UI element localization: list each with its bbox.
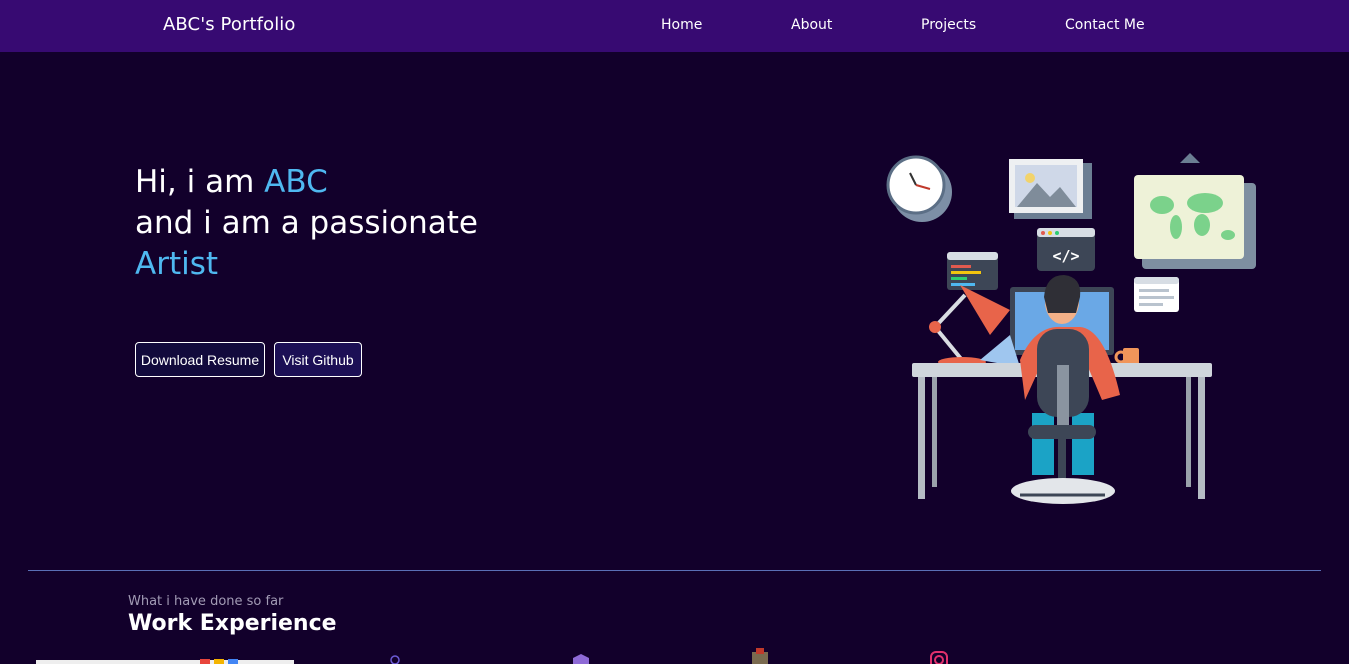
hero-greeting: Hi, i am ABC — [135, 162, 328, 203]
download-resume-button[interactable]: Download Resume — [135, 342, 265, 377]
navbar: ABC's Portfolio Home About Projects Cont… — [0, 0, 1349, 52]
nav-about[interactable]: About — [791, 17, 832, 33]
company-logo-icon — [752, 648, 768, 664]
picture-frame-icon — [1009, 159, 1092, 219]
hero-role: Artist — [135, 246, 219, 282]
nav-home[interactable]: Home — [661, 17, 702, 33]
company-logo-icon — [200, 659, 238, 664]
timeline-strip — [36, 660, 294, 664]
hero-name: ABC — [264, 164, 328, 200]
svg-text:</>: </> — [1052, 247, 1079, 265]
hero-subline: and i am a passionate — [135, 205, 478, 241]
nav-projects[interactable]: Projects — [921, 17, 976, 33]
nav-contact[interactable]: Contact Me — [1065, 17, 1145, 33]
visit-github-button[interactable]: Visit Github — [274, 342, 362, 377]
world-map-icon — [1134, 153, 1256, 269]
instagram-icon — [930, 651, 948, 664]
code-window-icon: </> — [1037, 228, 1095, 271]
experience-title: Work Experience — [128, 611, 337, 636]
experience-subtitle: What i have done so far — [128, 594, 284, 609]
document-window-icon — [1134, 277, 1179, 312]
wall-clock-icon — [886, 155, 952, 222]
section-divider — [28, 570, 1321, 571]
hero-greeting-prefix: Hi, i am — [135, 164, 265, 200]
developer-at-desk-illustration: </> — [886, 153, 1256, 504]
company-logo-icon — [390, 655, 400, 664]
editor-window-icon — [947, 252, 998, 290]
brand-logo[interactable]: ABC's Portfolio — [163, 14, 296, 35]
company-logo-icon — [573, 654, 589, 664]
